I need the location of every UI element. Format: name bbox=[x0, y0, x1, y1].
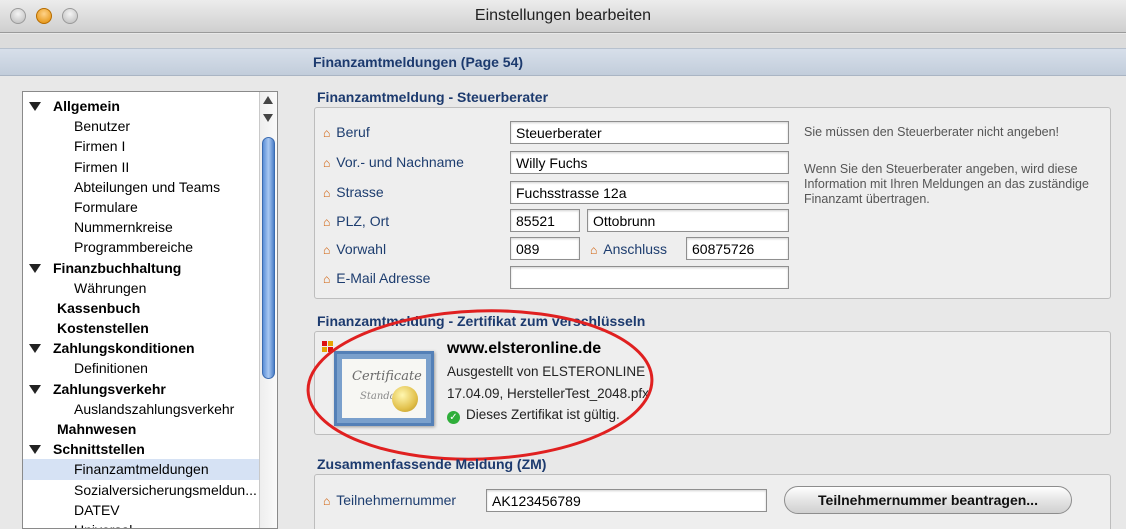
sidebar-item-label: DATEV bbox=[74, 501, 120, 518]
sidebar-item-label: Sozialversicherungsmeldun... bbox=[74, 481, 257, 498]
sidebar-item[interactable]: Währungen bbox=[23, 278, 261, 298]
sidebar-item-label: Kassenbuch bbox=[57, 299, 141, 316]
sidebar-item[interactable]: Kassenbuch bbox=[23, 298, 261, 318]
disclosure-triangle-icon[interactable] bbox=[29, 102, 41, 111]
sidebar-item[interactable]: Firmen II bbox=[23, 157, 261, 177]
disclosure-triangle-icon[interactable] bbox=[29, 445, 41, 455]
hint-optional: Sie müssen den Steuerberater nicht angeb… bbox=[804, 125, 1060, 139]
required-house-icon: ⌂ bbox=[323, 186, 331, 200]
window-title: Einstellungen bearbeiten bbox=[474, 7, 652, 24]
teilnehmer-label: ⌂ Teilnehmernummer bbox=[323, 492, 457, 508]
sidebar-item[interactable]: Definitionen bbox=[23, 358, 261, 378]
scroll-down-arrow-icon[interactable] bbox=[263, 114, 273, 122]
sidebar-item[interactable]: Zahlungsverkehr bbox=[23, 379, 261, 399]
toolbar-strip bbox=[0, 34, 1126, 48]
plz-ort-label: ⌂ PLZ, Ort bbox=[323, 213, 390, 229]
scrollbar-thumb[interactable] bbox=[262, 137, 275, 379]
beruf-input[interactable]: Steuerberater bbox=[510, 121, 789, 144]
vorwahl-label: ⌂ Vorwahl bbox=[323, 241, 387, 257]
anschluss-label: ⌂ Anschluss bbox=[590, 241, 668, 257]
required-house-icon: ⌂ bbox=[323, 156, 331, 170]
sidebar-item[interactable]: DATEV bbox=[23, 500, 261, 520]
required-house-icon: ⌂ bbox=[323, 243, 331, 257]
sidebar-item[interactable]: Abteilungen und Teams bbox=[23, 177, 261, 197]
sidebar-item-label: Nummernkreise bbox=[74, 219, 173, 236]
required-house-icon: ⌂ bbox=[323, 494, 331, 508]
sidebar-item-label: Programmbereiche bbox=[74, 239, 194, 256]
sidebar-item-label: Formulare bbox=[74, 198, 138, 215]
page-title: Finanzamtmeldungen (Page 54) bbox=[313, 54, 524, 70]
sidebar-item[interactable]: Allgemein bbox=[23, 96, 261, 116]
sidebar-item-label: Zahlungsverkehr bbox=[53, 380, 166, 397]
sidebar-item[interactable]: Programmbereiche bbox=[23, 237, 261, 257]
sidebar-item[interactable]: Universal bbox=[23, 520, 261, 528]
sidebar-item-label: Finanzbuchhaltung bbox=[53, 259, 182, 276]
strasse-input[interactable]: Fuchsstrasse 12a bbox=[510, 181, 789, 204]
annotation-ellipse bbox=[306, 309, 654, 461]
sidebar-item-label: Finanzamtmeldungen bbox=[74, 461, 209, 478]
sidebar-item-label: Benutzer bbox=[74, 118, 131, 135]
sidebar-item-label: Währungen bbox=[74, 279, 147, 296]
beruf-label: ⌂ Beruf bbox=[323, 124, 370, 140]
disclosure-triangle-icon[interactable] bbox=[29, 344, 41, 354]
sidebar-item[interactable]: Finanzbuchhaltung bbox=[23, 258, 261, 278]
sidebar-item-label: Abteilungen und Teams bbox=[74, 178, 221, 195]
sidebar-item[interactable]: Kostenstellen bbox=[23, 318, 261, 338]
sidebar-item[interactable]: Finanzamtmeldungen bbox=[23, 459, 261, 480]
required-house-icon: ⌂ bbox=[323, 215, 331, 229]
required-house-icon: ⌂ bbox=[323, 126, 331, 140]
sidebar-item-label: Mahnwesen bbox=[57, 421, 137, 437]
scroll-up-arrow-icon[interactable] bbox=[263, 96, 273, 104]
sidebar-item[interactable]: Firmen I bbox=[23, 136, 261, 156]
sidebar-item-label: Firmen II bbox=[74, 158, 130, 175]
sidebar-item-label: Kostenstellen bbox=[57, 320, 149, 337]
sidebar-item[interactable]: Nummernkreise bbox=[23, 217, 261, 237]
ort-input[interactable]: Ottobrunn bbox=[587, 209, 789, 232]
sidebar-item[interactable]: Schnittstellen bbox=[23, 439, 261, 459]
strasse-label: ⌂ Strasse bbox=[323, 184, 384, 200]
sidebar-item-label: Auslandszahlungsverkehr bbox=[74, 400, 235, 417]
disclosure-triangle-icon[interactable] bbox=[29, 384, 41, 394]
group-title-zm: Zusammenfassende Meldung (ZM) bbox=[317, 456, 547, 472]
required-house-icon: ⌂ bbox=[590, 243, 598, 257]
page-header: Finanzamtmeldungen (Page 54) bbox=[0, 48, 1126, 76]
name-label: ⌂ Vor.- und Nachname bbox=[323, 154, 464, 170]
teilnehmernummer-beantragen-button[interactable]: Teilnehmernummer beantragen... bbox=[784, 486, 1072, 514]
teilnehmer-input[interactable]: AK123456789 bbox=[486, 489, 767, 512]
vorwahl-input[interactable]: 089 bbox=[510, 237, 580, 260]
sidebar-item-label: Firmen I bbox=[74, 138, 126, 155]
sidebar-item[interactable]: Mahnwesen bbox=[23, 419, 261, 439]
sidebar-item[interactable]: Auslandszahlungsverkehr bbox=[23, 399, 261, 419]
sidebar-item[interactable]: Formulare bbox=[23, 197, 261, 217]
sidebar-item-label: Universal bbox=[74, 522, 132, 528]
sidebar-item[interactable]: Sozialversicherungsmeldun... bbox=[23, 480, 261, 500]
email-input[interactable] bbox=[510, 266, 789, 289]
required-house-icon: ⌂ bbox=[323, 272, 331, 286]
sidebar-item-label: Definitionen bbox=[74, 360, 148, 377]
sidebar: Allgemein Benutzer Firmen I Firmen II Abteil… bbox=[22, 91, 278, 529]
sidebar-item[interactable]: Benutzer bbox=[23, 116, 261, 136]
anschluss-input[interactable]: 60875726 bbox=[686, 237, 789, 260]
sidebar-item-label: Allgemein bbox=[53, 98, 120, 114]
sidebar-scrollbar[interactable] bbox=[259, 92, 277, 528]
settings-tree: Allgemein Benutzer Firmen I Firmen II Abteil… bbox=[23, 96, 261, 528]
disclosure-triangle-icon[interactable] bbox=[29, 263, 41, 273]
group-title-steuerberater: Finanzamtmeldung - Steuerberater bbox=[317, 89, 549, 105]
name-input[interactable]: Willy Fuchs bbox=[510, 151, 789, 174]
title-bar: Einstellungen bearbeiten bbox=[0, 0, 1126, 33]
sidebar-item-label: Zahlungskonditionen bbox=[53, 340, 195, 357]
sidebar-item-label: Schnittstellen bbox=[53, 441, 145, 458]
email-label: ⌂ E-Mail Adresse bbox=[323, 270, 431, 286]
hint-transfer: Wenn Sie den Steuerberater angeben, wird… bbox=[804, 162, 1089, 206]
sidebar-item[interactable]: Zahlungskonditionen bbox=[23, 338, 261, 358]
plz-input[interactable]: 85521 bbox=[510, 209, 580, 232]
